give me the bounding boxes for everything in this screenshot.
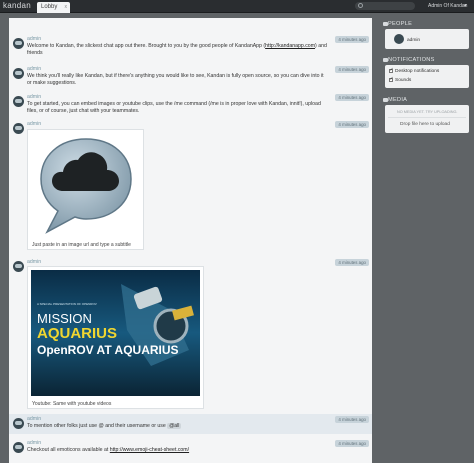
avatar [13, 442, 24, 453]
cloud-chat-icon [40, 138, 132, 234]
list-item: admin 4 minutes ago We think you'll real… [9, 64, 372, 88]
list-item: admin 4 minutes ago A SPECIAL PRESENTATI… [9, 258, 372, 412]
video-thumbnail[interactable]: A SPECIAL PRESENTATION OF OPENROV MISSIO… [31, 270, 200, 396]
image-caption: Just paste in an image url and type a su… [32, 242, 131, 248]
video-title-line1: MISSION [37, 311, 92, 326]
message-time: 4 minutes ago [335, 121, 369, 128]
list-item: admin 4 minutes ago Checkout all emotico… [9, 438, 372, 458]
desktop-notifications-checkbox[interactable] [389, 67, 394, 73]
people-member[interactable]: admin [407, 38, 420, 43]
list-item: admin 4 minutes ago To mention other fol… [9, 414, 372, 434]
notifications-title: NOTIFICATIONS [388, 57, 435, 63]
message-time: 4 minutes ago [335, 416, 369, 423]
tab-lobby[interactable]: Lobby x [37, 2, 70, 13]
message-text: To mention other folks just use @ and th… [27, 423, 182, 429]
chevron-down-icon[interactable]: ▾ [464, 3, 467, 9]
mention-badge[interactable]: @all [167, 423, 182, 429]
media-empty-text: NO MEDIA YET. TRY UPLOADING. [397, 110, 458, 114]
notification-label: Sounds [395, 78, 412, 83]
media-title: MEDIA [388, 97, 408, 103]
people-title: PEOPLE [388, 21, 413, 27]
chat-area: admin 4 minutes ago Welcome to Kandan, t… [9, 18, 372, 463]
video-caption: Youtube: Same with youtube videos [32, 401, 112, 407]
avatar [13, 68, 24, 79]
message-time: 4 minutes ago [335, 440, 369, 447]
app-logo: kandan [3, 1, 32, 10]
message-author[interactable]: admin [27, 94, 41, 100]
avatar [13, 38, 24, 49]
drop-zone[interactable]: Drop file here to upload [400, 122, 450, 127]
message-author[interactable]: admin [27, 416, 41, 422]
top-bar: kandan Lobby x Admin Of Kandan ▾ [0, 0, 474, 13]
search-input[interactable] [355, 2, 415, 10]
search-icon [358, 3, 363, 8]
video-title-line3: OpenROV AT AQUARIUS [37, 343, 179, 357]
avatar [13, 418, 24, 429]
message-time: 4 minutes ago [335, 66, 369, 73]
avatar [394, 34, 404, 44]
list-item: admin 4 minutes ago Just paste in an ima… [9, 120, 372, 252]
message-author[interactable]: admin [27, 259, 41, 265]
list-item: admin 4 minutes ago Welcome to Kandan, t… [9, 34, 372, 58]
message-text: Welcome to Kandan, the slickest chat app… [27, 43, 327, 56]
avatar [13, 96, 24, 107]
image-embed[interactable]: Just paste in an image url and type a su… [27, 129, 144, 250]
message-text: Checkout all emoticons available at http… [27, 447, 190, 453]
message-time: 4 minutes ago [335, 94, 369, 101]
video-embed[interactable]: A SPECIAL PRESENTATION OF OPENROV MISSIO… [27, 266, 204, 409]
avatar [13, 261, 24, 272]
user-menu[interactable]: Admin Of Kandan [428, 3, 467, 9]
message-author[interactable]: admin [27, 36, 41, 42]
message-author[interactable]: admin [27, 66, 41, 72]
message-text: To get started, you can embed images or … [27, 101, 321, 114]
message-time: 4 minutes ago [335, 259, 369, 266]
message-link[interactable]: http://kandanapp.com [265, 43, 315, 49]
tab-label: Lobby [41, 4, 58, 10]
message-author[interactable]: admin [27, 121, 41, 127]
message-link[interactable]: http://www.emoji-cheat-sheet.com/ [110, 447, 189, 453]
notification-label: Desktop notifications [395, 69, 440, 74]
tab-close-icon[interactable]: x [65, 4, 68, 10]
list-item: admin 4 minutes ago To get started, you … [9, 92, 372, 116]
avatar [13, 123, 24, 134]
message-time: 4 minutes ago [335, 36, 369, 43]
video-title-line2: AQUARIUS [37, 325, 117, 342]
video-top-text: A SPECIAL PRESENTATION OF OPENROV [37, 302, 97, 306]
message-text: We think you'll really like Kandan, but … [27, 73, 324, 86]
divider [388, 117, 466, 118]
message-author[interactable]: admin [27, 440, 41, 446]
sounds-checkbox[interactable] [389, 76, 394, 82]
